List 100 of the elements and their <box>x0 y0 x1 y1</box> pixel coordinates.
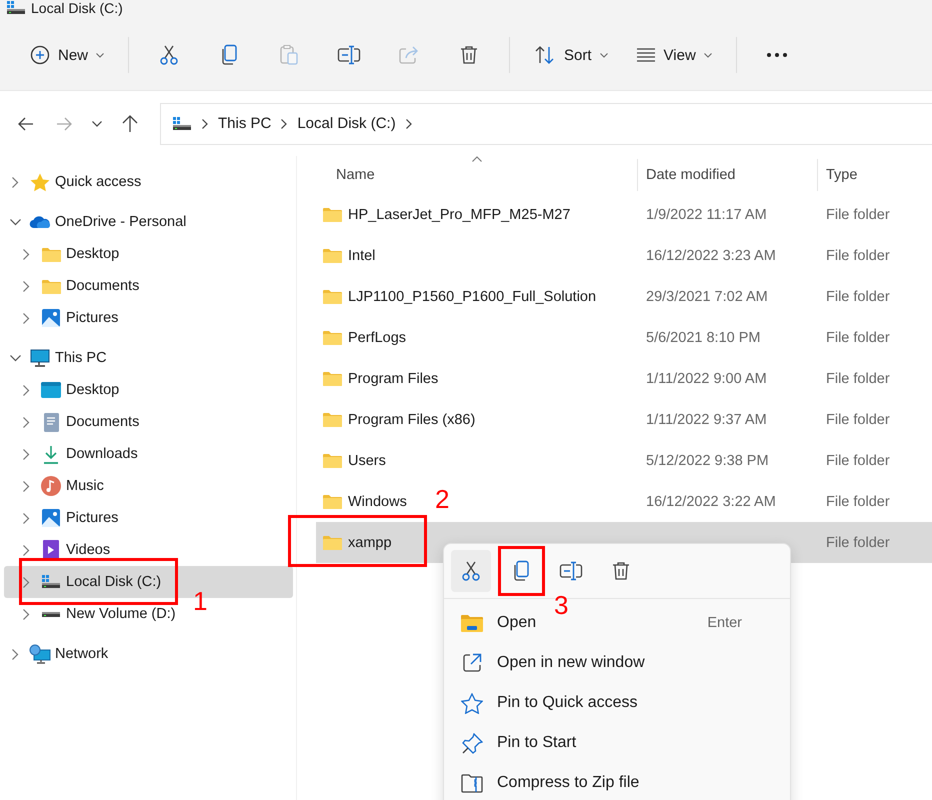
date-text: 1/11/2022 9:00 AM <box>646 370 767 386</box>
column-header[interactable]: Type <box>818 159 932 191</box>
step-number: 3 <box>554 590 568 620</box>
sidebar-item[interactable]: Pictures <box>4 502 124 534</box>
music-icon <box>41 476 61 496</box>
system-drive-icon <box>6 0 26 16</box>
menu-item[interactable]: Pin to Quick access <box>497 694 638 711</box>
sidebar-item[interactable]: Documents <box>4 270 146 302</box>
breadcrumb[interactable]: Local Disk (C:) <box>297 115 396 132</box>
date-text: 16/12/2022 3:22 AM <box>646 494 776 510</box>
system-drive-icon <box>172 116 192 132</box>
menu-item[interactable]: Open <box>497 614 536 631</box>
sidebar-item[interactable]: Pictures <box>4 302 124 334</box>
folder-icon <box>323 207 342 222</box>
chevron-right-icon <box>22 448 30 460</box>
cut-button[interactable] <box>451 550 491 592</box>
chevron-down-icon <box>10 354 20 362</box>
video-icon <box>43 540 59 560</box>
file-name[interactable]: LJP1100_P1560_P1600_Full_Solution <box>348 288 596 304</box>
sidebar-item[interactable]: Network <box>4 638 114 670</box>
sidebar-item[interactable]: New Volume (D:) <box>4 598 182 630</box>
drive-icon <box>41 610 61 618</box>
share-icon <box>398 45 420 65</box>
copy-icon <box>512 560 530 582</box>
sort-icon <box>534 45 556 65</box>
date-text: 29/3/2021 7:02 AM <box>646 288 768 304</box>
chevron-right-icon <box>22 544 30 556</box>
zip-folder-icon <box>461 773 483 793</box>
chevron-right-icon <box>12 176 18 188</box>
sidebar-item[interactable]: Quick access <box>4 166 148 198</box>
sidebar-item[interactable]: Videos <box>4 534 116 566</box>
folder-icon <box>323 412 342 427</box>
date-text: 1/9/2022 11:17 AM <box>646 206 767 222</box>
new-button[interactable]: New <box>20 35 114 75</box>
file-name[interactable]: HP_LaserJet_Pro_MFP_M25-M27 <box>348 206 570 222</box>
sidebar-item[interactable]: Desktop <box>4 374 126 406</box>
date-text: 5/12/2022 9:38 PM <box>646 452 769 468</box>
view-lines-icon <box>636 47 656 63</box>
breadcrumb[interactable]: This PC <box>218 115 272 132</box>
date-text: 5/6/2021 8:10 PM <box>646 330 760 346</box>
plus-circle-icon <box>30 45 50 65</box>
sidebar-item[interactable]: Music <box>4 470 110 502</box>
sort-button[interactable]: Sort <box>524 35 618 75</box>
menu-item[interactable]: Compress to Zip file <box>497 774 640 791</box>
file-name[interactable]: PerfLogs <box>348 330 406 346</box>
trash-icon <box>612 561 630 581</box>
chevron-right-icon <box>406 118 412 128</box>
type-text: File folder <box>826 248 890 264</box>
monitor-icon <box>30 349 50 367</box>
window-title: Local Disk (C:) <box>31 0 123 16</box>
pictures-icon <box>42 309 60 327</box>
chevron-right-icon <box>22 280 30 292</box>
chevron-right-icon <box>22 512 30 524</box>
network-icon <box>29 644 51 664</box>
sidebar-item[interactable]: This PC <box>4 342 113 374</box>
folder-icon <box>323 453 342 468</box>
menu-item[interactable]: Pin to Start <box>497 734 576 751</box>
file-name[interactable]: Intel <box>348 248 376 264</box>
folder-icon <box>323 289 342 304</box>
file-name: xampp <box>348 534 392 550</box>
chevron-right-icon <box>22 416 30 428</box>
address-field[interactable]: This PC Local Disk (C:) <box>160 102 932 144</box>
sidebar-item[interactable]: OneDrive - Personal <box>4 206 192 238</box>
type-text: File folder <box>826 494 890 510</box>
view-button[interactable]: View <box>626 35 722 75</box>
chevron-down-icon <box>92 120 102 126</box>
type-text: File folder <box>826 330 890 346</box>
column-header[interactable]: Name <box>316 159 638 191</box>
external-link-icon <box>462 653 482 673</box>
folder-icon <box>42 278 60 294</box>
type-text: File folder <box>826 534 890 550</box>
folder-icon <box>461 614 483 632</box>
chevron-right-icon <box>22 248 30 260</box>
file-name[interactable]: Program Files <box>348 370 438 386</box>
cloud-icon <box>29 215 51 229</box>
file-name[interactable]: Users <box>348 452 386 468</box>
folder-icon <box>323 330 342 345</box>
clipboard-icon <box>279 44 300 66</box>
copy-icon <box>220 44 238 66</box>
sidebar-item[interactable]: Documents <box>4 406 146 438</box>
folder-icon <box>323 494 342 509</box>
desktop-icon <box>41 382 61 398</box>
type-text: File folder <box>826 412 890 428</box>
pictures-icon <box>42 509 60 527</box>
date-text: 16/12/2022 3:23 AM <box>646 248 776 264</box>
file-name[interactable]: Program Files (x86) <box>348 412 476 428</box>
column-header[interactable]: Date modified <box>638 159 818 191</box>
sidebar-item[interactable]: Desktop <box>4 238 126 270</box>
highlight-frame <box>498 546 545 596</box>
chevron-right-icon <box>202 118 208 128</box>
chevron-right-icon <box>22 312 30 324</box>
type-text: File folder <box>826 370 890 386</box>
chevron-right-icon <box>12 648 18 660</box>
cut-icon <box>159 44 180 66</box>
file-name[interactable]: Windows <box>348 494 407 510</box>
sidebar-item[interactable]: Downloads <box>4 438 144 470</box>
chevron-right-icon <box>22 608 30 620</box>
type-text: File folder <box>826 452 890 468</box>
type-text: File folder <box>826 288 890 304</box>
menu-item[interactable]: Open in new window <box>497 654 645 671</box>
